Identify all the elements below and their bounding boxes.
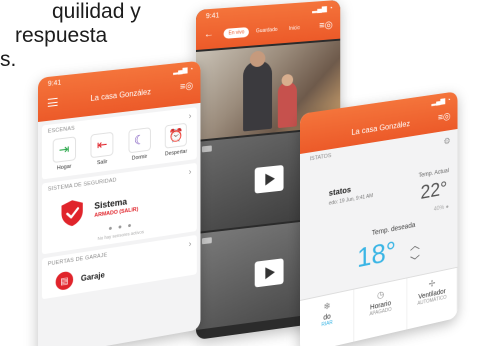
thermostat-name: statos [329,185,351,198]
mode-fan[interactable]: ✢ Ventilador AUTOMÁTICO [407,268,458,330]
headline: quilidad y respuesta s. [0,0,200,72]
scene-leave[interactable]: ⇤ Salir [88,131,117,167]
water-drop-icon: ● [446,204,449,210]
camera-chip-icon [202,145,212,152]
alarm-clock-icon: ⏰ [165,123,187,149]
tab-live[interactable]: En vivo [224,27,250,39]
headline-line-1: quilidad y [0,0,200,24]
mode-bar: ❄ do RIAR ◷ Horario APAGADO ✢ Ventilador… [300,267,458,346]
chevron-down-icon[interactable]: ﹀ [410,252,420,269]
headline-line-2: respuesta [0,24,200,48]
actual-temp-value: 22° [420,178,447,205]
signal-icon: ▂▄▆ ◔ [312,4,333,13]
humidity-text: 40% [434,205,445,213]
settings-toggle-icon[interactable]: ≡◎ [319,20,333,32]
camera-chip-icon [202,237,212,244]
scene-label: Salir [88,158,117,168]
video-tabs: En vivo Guardado Inicio [224,23,305,39]
scene-label: Hogar [50,163,79,173]
scene-label: Despertar [162,148,190,157]
play-icon[interactable] [255,165,284,194]
child-figure [278,81,297,128]
mode-cool[interactable]: ❄ do RIAR [300,289,355,346]
gear-icon[interactable]: ⚙ [444,136,451,148]
settings-toggle-icon[interactable]: ≡◎ [438,111,451,123]
home-enter-icon: ⇥ [52,136,75,163]
humidity-value: 40% ● [434,204,449,213]
play-icon[interactable] [255,258,284,287]
status-time: 9:41 [206,12,219,20]
moon-icon: ☾ [128,127,150,153]
scene-home[interactable]: ⇥ Hogar [50,136,79,172]
dashboard-phone: 9:41 ▂▄▆ ◔ La casa González ≡◎ ESCENAS ›… [38,61,200,346]
adult-figure [243,60,272,132]
garage-name: Garaje [81,270,105,283]
home-title: La casa González [38,82,200,109]
scene-label: Dormir [125,153,153,162]
scene-sleep[interactable]: ☾ Dormir [125,127,153,163]
back-arrow-icon[interactable]: ← [204,29,214,41]
tab-saved[interactable]: Guardado [251,25,282,37]
thermostat-phone: ▂▄▆ ◔ La casa González ≡◎ ISTATOS ⚙ stat… [300,91,458,346]
desired-temp-value: 18° [357,235,396,274]
tab-home[interactable]: Inicio [284,23,305,34]
signal-icon: ▂▄▆ ◔ [431,96,450,106]
security-text: Sistema ARMADO (SALIR) [94,195,138,219]
chevron-right-icon[interactable]: › [189,239,192,249]
status-time: 9:41 [48,80,61,88]
chevron-right-icon[interactable]: › [189,166,192,176]
home-exit-icon: ⇤ [91,132,114,158]
settings-toggle-icon[interactable]: ≡◎ [180,81,193,93]
signal-icon: ▂▄▆ ◔ [173,65,193,75]
scene-wake[interactable]: ⏰ Despertar [162,122,190,157]
chevron-right-icon[interactable]: › [189,111,192,121]
mode-schedule[interactable]: ◷ Horario APAGADO [355,278,407,341]
shield-check-icon [60,198,85,229]
garage-door-icon: ▤ [56,270,73,291]
